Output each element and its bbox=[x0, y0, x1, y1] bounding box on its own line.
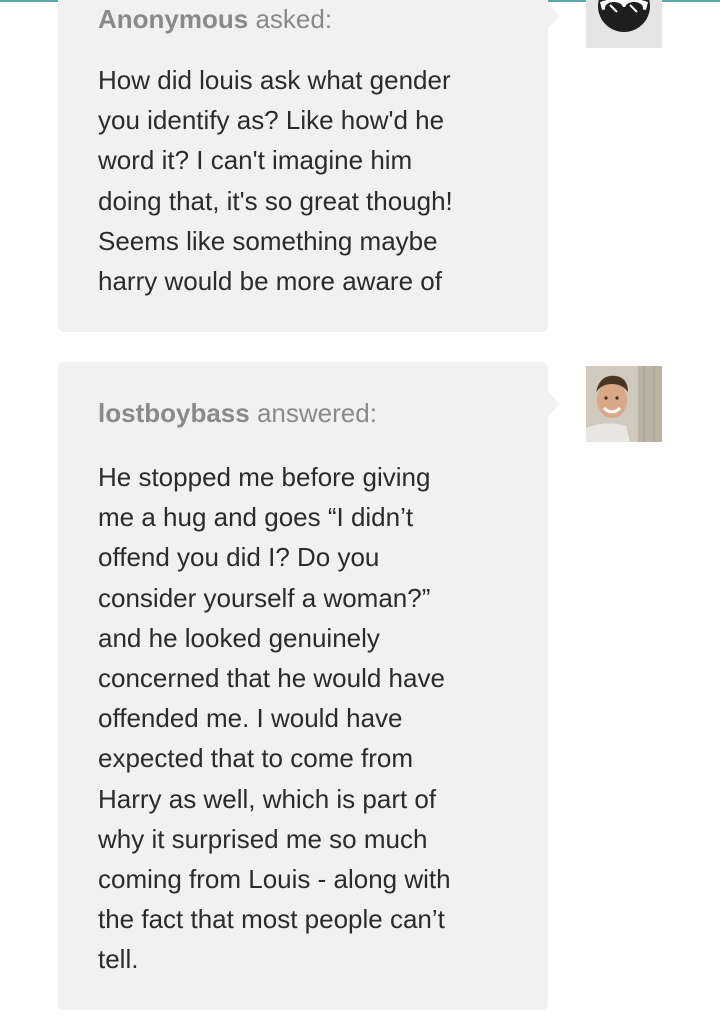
anonymous-sunglasses-icon bbox=[586, 0, 662, 48]
answer-bubble-pointer bbox=[548, 392, 560, 416]
user-photo-avatar bbox=[586, 366, 662, 442]
ask-bubble: Anonymous asked: How did louis ask what … bbox=[58, 0, 560, 332]
answerer-name[interactable]: lostboybass bbox=[98, 398, 250, 428]
answer-bubble: lostboybass answered: He stopped me befo… bbox=[58, 362, 560, 1010]
ask-question: How did louis ask what gender you identi… bbox=[98, 65, 453, 297]
anonymous-avatar[interactable] bbox=[586, 0, 662, 48]
ask-verb: asked: bbox=[255, 4, 333, 34]
answer-text: He stopped me before giving me a hug and… bbox=[98, 462, 451, 975]
user-avatar[interactable] bbox=[586, 366, 662, 442]
asker-name: Anonymous bbox=[98, 4, 249, 34]
ask-header: Anonymous asked: bbox=[98, 4, 332, 34]
answer-verb: answered: bbox=[256, 398, 377, 428]
answer-header: lostboybass answered: bbox=[98, 398, 377, 428]
ask-bubble-pointer bbox=[548, 4, 560, 28]
